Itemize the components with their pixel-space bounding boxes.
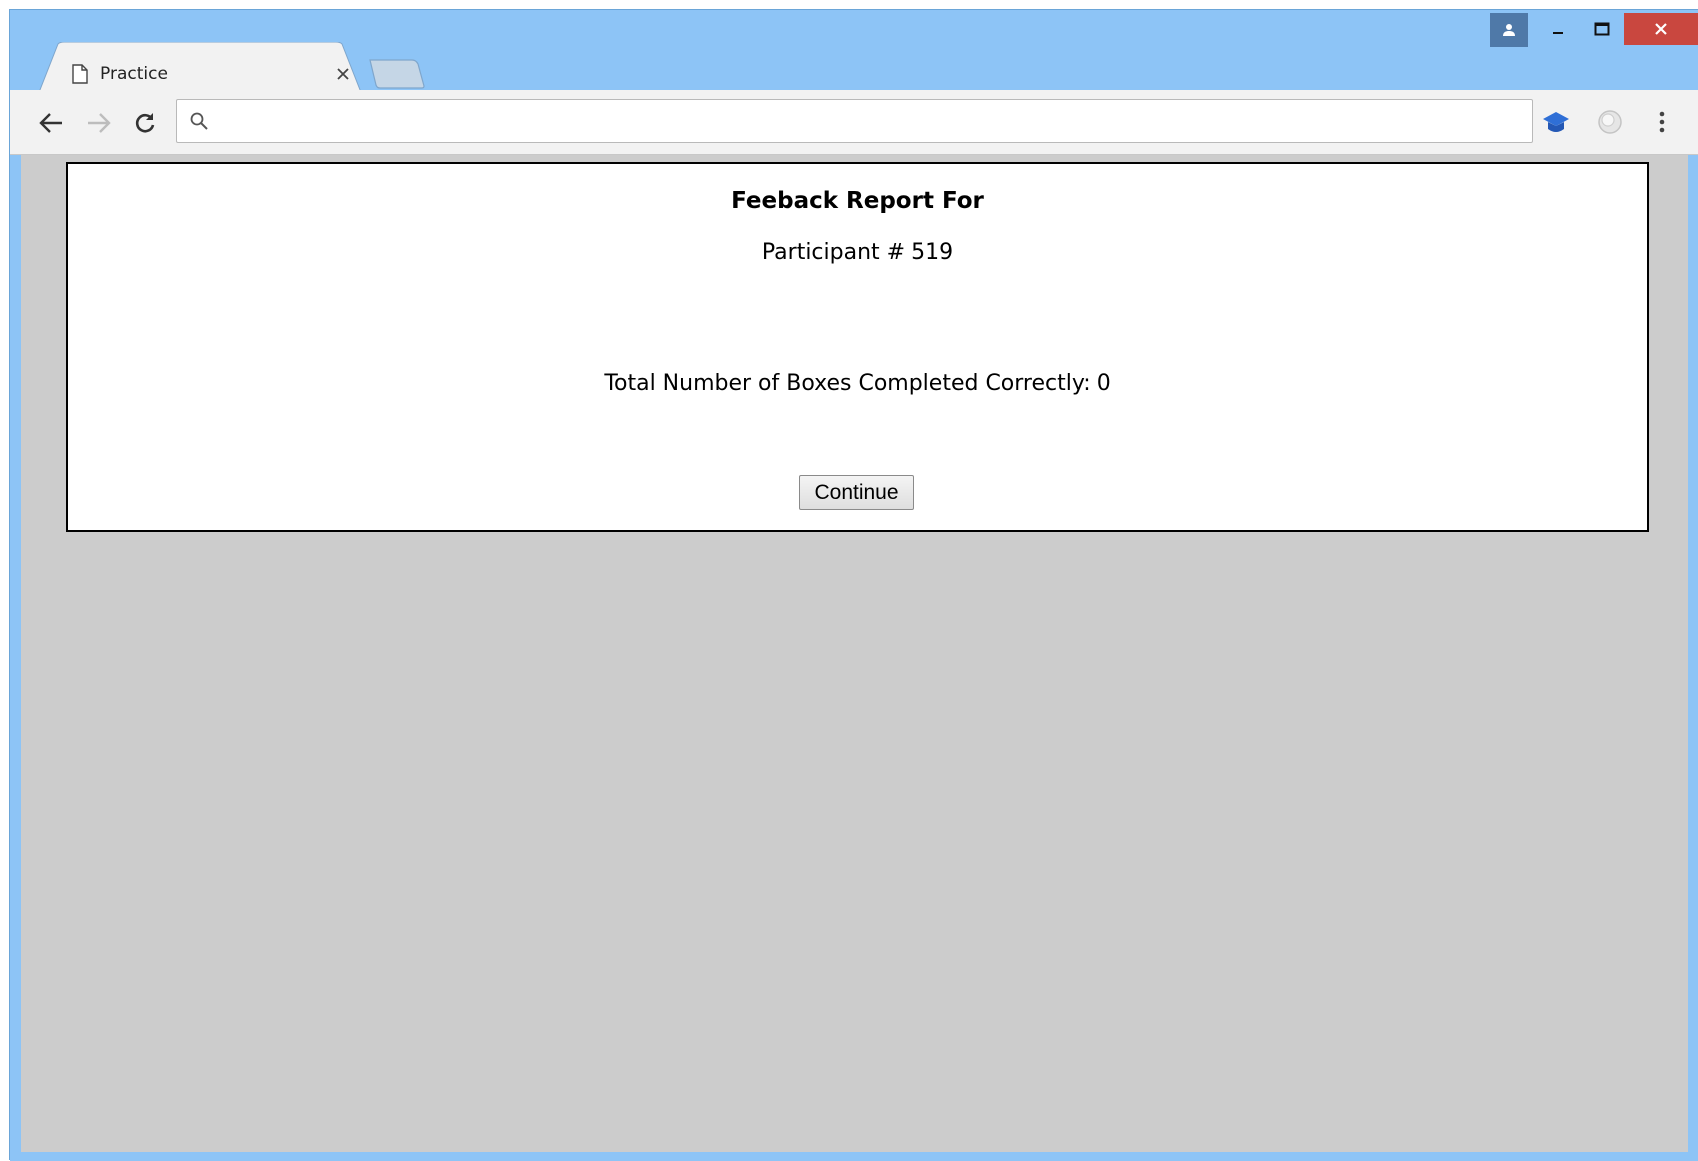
forward-arrow-icon (88, 113, 111, 133)
total-value: 0 (1096, 371, 1111, 396)
close-icon (1655, 23, 1667, 35)
address-bar[interactable] (176, 99, 1533, 143)
window-controls (1490, 13, 1698, 47)
report-title: Feeback Report For (731, 188, 984, 214)
address-input[interactable] (221, 106, 1515, 138)
back-arrow-icon (39, 113, 62, 133)
search-icon (190, 112, 208, 130)
close-window-button[interactable] (1624, 13, 1698, 45)
reload-icon (135, 113, 155, 133)
back-button[interactable] (36, 108, 66, 138)
participant-label: Participant # (761, 240, 906, 265)
maximize-icon (1594, 22, 1610, 36)
total-label: Total Number of Boxes Completed Correctl… (604, 371, 1091, 396)
person-icon (1503, 24, 1515, 36)
graduation-cap-icon (1543, 112, 1569, 132)
extension-button-1[interactable] (1540, 106, 1572, 138)
minimize-icon (1553, 32, 1563, 34)
participant-id: 519 (911, 240, 954, 265)
feedback-report-panel: Feeback Report For Participant #519 Tota… (66, 162, 1649, 532)
extension-icon (1598, 110, 1622, 134)
profile-button[interactable] (1490, 13, 1528, 47)
forward-button[interactable] (84, 108, 114, 138)
page-viewport: Feeback Report For Participant #519 Tota… (21, 155, 1688, 1152)
tab-title: Practice (100, 64, 168, 84)
extension-button-2[interactable] (1594, 106, 1626, 138)
minimize-button[interactable] (1536, 13, 1580, 45)
participant-line: Participant #519 (68, 240, 1647, 265)
maximize-button[interactable] (1580, 13, 1624, 45)
total-boxes-line: Total Number of Boxes Completed Correctl… (68, 371, 1647, 396)
kebab-menu-icon (1659, 111, 1665, 133)
continue-button[interactable]: Continue (799, 475, 914, 510)
browser-toolbar (10, 90, 1698, 155)
reload-button[interactable] (130, 108, 160, 138)
new-tab-button[interactable] (368, 58, 426, 90)
menu-button[interactable] (1646, 106, 1678, 138)
page-icon (72, 64, 88, 84)
browser-window: Practice Feeback Report For Participant … (9, 9, 1698, 1161)
tab-close-icon[interactable] (334, 65, 352, 83)
